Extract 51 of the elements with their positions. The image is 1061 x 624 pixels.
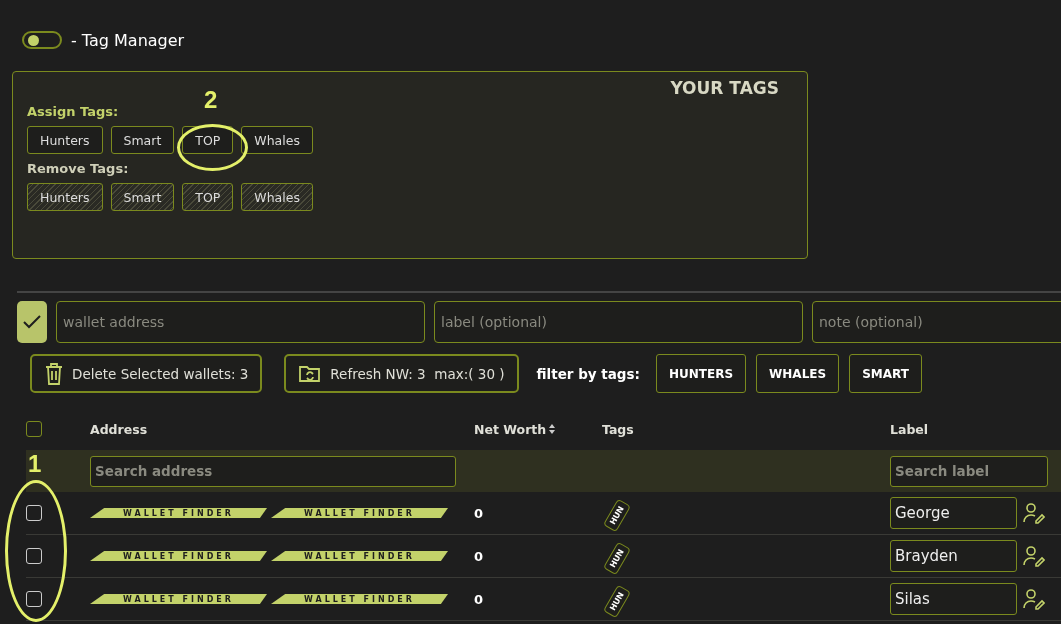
user-edit-icon[interactable] xyxy=(1023,588,1045,610)
net-worth: 0 xyxy=(474,591,485,607)
column-header[interactable]: Net Worth xyxy=(474,421,602,437)
net-worth: 0 xyxy=(474,548,485,564)
page-title: - Tag Manager xyxy=(71,30,185,50)
annotation-number: 1 xyxy=(28,450,42,478)
input-field[interactable]: wallet address xyxy=(56,301,425,343)
redaction-band: WALLET FINDER WALLET FINDER xyxy=(90,594,448,604)
label-field[interactable]: George xyxy=(890,497,1017,529)
section-label: Remove Tags: xyxy=(27,161,130,176)
label-field[interactable]: Silas xyxy=(890,583,1017,615)
panel-title: YOUR TAGS xyxy=(670,78,779,98)
label-field[interactable]: Brayden xyxy=(890,540,1017,572)
checkmark-icon xyxy=(23,315,41,329)
search-field[interactable]: Search address xyxy=(90,455,456,487)
column-header: Label xyxy=(890,421,930,437)
delete-button[interactable]: Delete Selected wallets: 3 xyxy=(30,354,263,393)
filter-label: filter by tags: xyxy=(536,365,640,382)
remove-tag-button[interactable]: TOP xyxy=(182,183,234,211)
section-label: Assign Tags: xyxy=(27,104,120,119)
confirm-button[interactable] xyxy=(17,301,47,343)
checkbox[interactable] xyxy=(26,548,42,564)
filter-button[interactable]: HUNTERS xyxy=(656,354,747,393)
input-field[interactable]: note (optional) xyxy=(812,301,1061,343)
folder-refresh-icon xyxy=(298,363,323,384)
user-edit-icon[interactable] xyxy=(1023,545,1045,567)
redaction-band: WALLET FINDER WALLET FINDER xyxy=(90,508,448,518)
assign-tag-button[interactable]: Whales xyxy=(241,126,313,154)
filter-button[interactable]: SMART xyxy=(849,354,922,393)
toggle-switch[interactable] xyxy=(22,31,62,49)
checkbox[interactable] xyxy=(26,421,42,437)
column-header: Address xyxy=(90,421,149,437)
redaction-band: WALLET FINDER WALLET FINDER xyxy=(90,551,448,561)
search-field[interactable]: Search label xyxy=(890,455,1048,487)
annotation-ring xyxy=(177,124,248,171)
assign-tag-button[interactable]: Hunters xyxy=(27,126,103,154)
user-edit-icon[interactable] xyxy=(1023,502,1045,524)
column-header: Tags xyxy=(602,421,635,437)
annotation-number: 2 xyxy=(204,86,218,114)
assign-tag-button[interactable]: TOP xyxy=(182,126,234,154)
net-worth: 0 xyxy=(474,505,485,521)
input-field[interactable]: label (optional) xyxy=(434,301,803,343)
refresh-button[interactable]: Refresh NW: 3 max:( 30 ) xyxy=(284,354,519,393)
filter-button[interactable]: WHALES xyxy=(756,354,840,393)
assign-tag-button[interactable]: Smart xyxy=(110,126,175,154)
remove-tag-button[interactable]: Whales xyxy=(241,183,313,211)
remove-tag-button[interactable]: Smart xyxy=(110,183,175,211)
checkbox[interactable] xyxy=(26,505,42,521)
checkbox[interactable] xyxy=(26,591,42,607)
trash-icon xyxy=(44,361,64,386)
remove-tag-button[interactable]: Hunters xyxy=(27,183,103,211)
